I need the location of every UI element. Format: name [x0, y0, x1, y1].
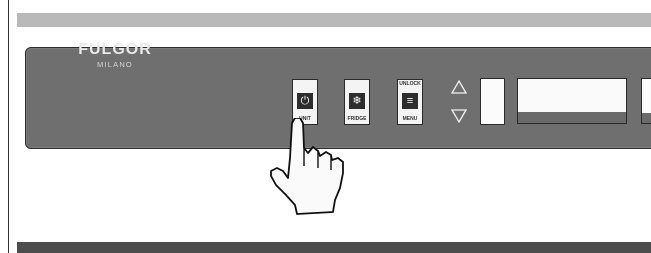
up-arrow-icon[interactable]: [451, 79, 467, 95]
brand-subtitle: MILANO: [97, 60, 133, 69]
pointing-hand-icon: [270, 118, 344, 215]
display-screen: [517, 78, 627, 124]
brand-logo: FULGOR MILANO: [60, 41, 170, 70]
edge-button-bar: [642, 113, 651, 123]
menu-icon: ≡: [402, 93, 418, 109]
menu-button[interactable]: UNLOCK ≡ MENU: [397, 79, 423, 125]
down-arrow-icon[interactable]: [451, 108, 467, 124]
top-strip: [17, 13, 651, 27]
left-rule: [8, 0, 9, 253]
edge-button[interactable]: [641, 78, 651, 124]
power-icon: ⏻: [297, 93, 313, 109]
unlock-label: UNLOCK: [399, 81, 421, 87]
fridge-label: FRIDGE: [347, 116, 367, 122]
menu-label: MENU: [402, 116, 418, 122]
display-bar: [518, 112, 626, 123]
snowflake-icon: ❄: [349, 93, 365, 109]
bottom-strip: [17, 242, 651, 253]
level-button[interactable]: [480, 78, 505, 125]
brand-name: FULGOR: [78, 41, 152, 58]
